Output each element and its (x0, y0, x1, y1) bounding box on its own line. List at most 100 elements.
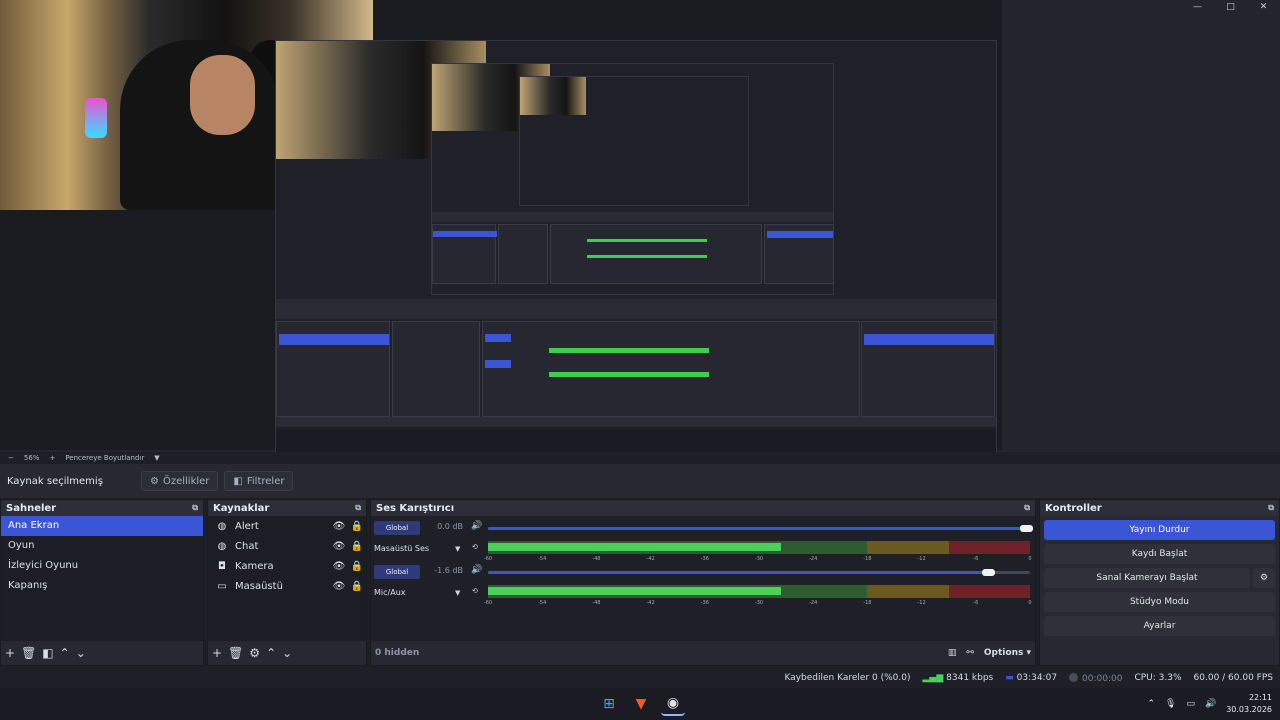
network-icon[interactable]: ▭ (1186, 699, 1195, 709)
audio-meter (488, 585, 1030, 598)
volume-icon[interactable]: 🔊 (1205, 699, 1216, 709)
globe-icon: ◍ (217, 520, 227, 532)
clock-time: 22:11 (1248, 693, 1272, 702)
scale-tick: -54 (538, 600, 547, 606)
undock-icon[interactable]: ⧉ (1268, 503, 1274, 513)
chevron-down-icon[interactable]: ⌄ (76, 646, 86, 660)
filters-button[interactable]: ◧ Filtreler (224, 471, 294, 491)
volume-slider-handle[interactable] (1020, 525, 1033, 532)
clock[interactable]: 22:11 30.03.2026 (1226, 692, 1272, 716)
cpu-usage: CPU: 3.3% (1134, 673, 1182, 683)
source-item[interactable]: ◍ Alert 👁 🔒 (208, 516, 366, 536)
eye-icon[interactable]: 👁 (330, 541, 348, 552)
eye-icon[interactable]: 👁 (330, 561, 348, 572)
chevron-down-icon[interactable]: ▼ (154, 454, 159, 462)
scene-list: Ana Ekran Oyun İzleyici Oyunu Kapanış (1, 516, 203, 641)
gear-icon: ⚙ (1259, 573, 1269, 583)
nested-preview-1 (275, 40, 997, 452)
windows-start-icon[interactable]: ⊞ (597, 692, 621, 716)
chevron-down-icon[interactable]: ▼ (455, 589, 460, 597)
monitor-icon[interactable]: ⟲ (472, 543, 478, 551)
virtual-camera-button[interactable]: Sanal Kamerayı Başlat (1044, 568, 1250, 588)
columns-icon[interactable]: ▥ (948, 648, 957, 658)
source-label: Masaüstü (235, 580, 283, 592)
brave-browser-icon[interactable]: ▼ (629, 692, 653, 716)
add-icon[interactable]: + (212, 646, 222, 660)
eye-icon[interactable]: 👁 (330, 521, 348, 532)
record-time: 00:00:00 (1082, 673, 1123, 684)
maximize-button[interactable]: □ (1214, 0, 1247, 14)
global-button[interactable]: Global (374, 565, 420, 579)
undock-icon[interactable]: ⧉ (355, 503, 361, 513)
chevron-down-icon[interactable]: ▼ (455, 545, 460, 553)
gear-icon[interactable]: ⚙ (249, 646, 260, 660)
lock-icon[interactable]: 🔒 (348, 541, 366, 552)
chevron-up-icon[interactable]: ⌃ (266, 646, 276, 660)
lock-icon[interactable]: 🔒 (348, 581, 366, 592)
scale-tick: 0 (1028, 600, 1032, 606)
scale-tick: 0 (1028, 556, 1032, 562)
scene-item[interactable]: Kapanış (1, 576, 203, 596)
audio-meter-level (488, 587, 781, 595)
undock-icon[interactable]: ⧉ (1024, 503, 1030, 513)
source-item[interactable]: ◘ Kamera 👁 🔒 (208, 556, 366, 576)
trash-icon[interactable]: 🗑 (228, 646, 243, 660)
eye-icon[interactable]: 👁 (330, 581, 348, 592)
chevron-up-icon[interactable]: ⌃ (1147, 699, 1155, 709)
taskbar: ⊞ ▼ ◉ ⌃ 🎙 ▭ 🔊 22:11 30.03.2026 (0, 688, 1280, 720)
obs-icon[interactable]: ◉ (661, 692, 685, 716)
scale-tick: -24 (809, 556, 818, 562)
chevron-down-icon[interactable]: ⌄ (282, 646, 292, 660)
monitor-icon[interactable]: ⟲ (472, 587, 478, 595)
trash-icon[interactable]: 🗑 (21, 646, 36, 660)
zoom-out-button[interactable]: − (8, 454, 14, 462)
preview-area[interactable] (0, 0, 1280, 452)
scene-item[interactable]: İzleyici Oyunu (1, 556, 203, 576)
add-icon[interactable]: + (5, 646, 15, 660)
start-record-button[interactable]: Kaydı Başlat (1044, 544, 1275, 564)
filter-icon[interactable]: ◧ (42, 646, 53, 660)
sources-title: Kaynaklar (213, 502, 270, 514)
virtual-camera-settings-button[interactable]: ⚙ (1253, 568, 1275, 588)
speaker-icon[interactable]: 🔊 (471, 565, 482, 575)
minimize-button[interactable]: — (1181, 0, 1214, 14)
bitrate: 8341 kbps (946, 673, 994, 683)
source-label: Chat (235, 540, 259, 552)
scene-item[interactable]: Ana Ekran (1, 516, 203, 536)
link-icon[interactable]: ⚯ (966, 648, 974, 658)
stop-stream-button[interactable]: Yayını Durdur (1044, 520, 1275, 540)
chevron-up-icon[interactable]: ⌃ (60, 646, 70, 660)
undock-icon[interactable]: ⧉ (192, 503, 198, 513)
audio-meter (488, 541, 1030, 554)
zoom-in-button[interactable]: + (49, 454, 55, 462)
options-button[interactable]: Options ▾ (984, 648, 1031, 658)
preview-canvas[interactable] (0, 0, 1002, 452)
scale-tick: -42 (646, 600, 655, 606)
close-button[interactable]: ✕ (1247, 0, 1280, 14)
scene-item[interactable]: Oyun (1, 536, 203, 556)
lock-icon[interactable]: 🔒 (348, 561, 366, 572)
mixer-track: Global -1.6 dB 🔊 Mic/Aux ▼ ⟲ -60 -54 -48 -42 -36 -3… (371, 564, 1035, 608)
lock-icon[interactable]: 🔒 (348, 521, 366, 532)
volume-slider-fill[interactable] (488, 571, 992, 574)
settings-button[interactable]: Ayarlar (1044, 616, 1275, 636)
global-button[interactable]: Global (374, 521, 420, 535)
properties-button[interactable]: ⚙ Özellikler (141, 471, 219, 491)
fit-to-window-button[interactable]: Pencereye Boyutlandır (65, 454, 144, 462)
gear-icon: ⚙ (150, 475, 159, 487)
source-label: Kamera (235, 560, 274, 572)
stream-icon: ▬ (1005, 673, 1014, 683)
speaker-icon[interactable]: 🔊 (471, 521, 482, 531)
studio-mode-button[interactable]: Stüdyo Modu (1044, 592, 1275, 612)
hidden-count[interactable]: 0 hidden (375, 648, 419, 658)
volume-slider-fill[interactable] (488, 527, 1030, 530)
volume-slider-handle[interactable] (982, 569, 995, 576)
volume-db: -1.6 dB (434, 566, 463, 575)
camera-icon: ◘ (218, 560, 226, 572)
controls-dock: Kontroller ⧉ Yayını Durdur Kaydı Başlat … (1039, 499, 1280, 666)
scale-tick: -12 (917, 600, 926, 606)
microphone-icon[interactable]: 🎙 (1165, 699, 1176, 709)
source-item[interactable]: ◍ Chat 👁 🔒 (208, 536, 366, 556)
preview-status-bar: − 56% + Pencereye Boyutlandır ▼ (0, 452, 1280, 464)
source-item[interactable]: ▭ Masaüstü 👁 🔒 (208, 576, 366, 596)
